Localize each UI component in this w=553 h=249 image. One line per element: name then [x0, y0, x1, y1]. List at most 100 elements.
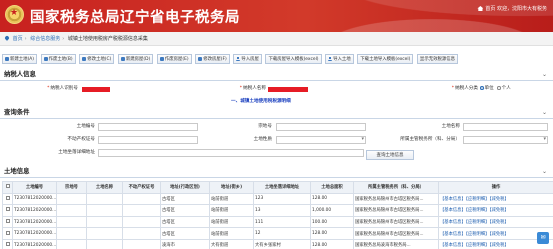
location-pin-icon: [4, 35, 10, 41]
cell-street: 站前街道: [209, 227, 254, 240]
cell-area: 100.00: [310, 215, 354, 229]
radio-unit[interactable]: [480, 86, 484, 90]
column-header: 土地坐落详细地址: [253, 181, 311, 194]
district-select[interactable]: [463, 136, 548, 144]
download-land-template-button[interactable]: 下载土地导入模板(excel): [357, 54, 414, 64]
cell-office: 国家税务总局锦州市古塔区税务局...: [353, 227, 439, 240]
cell-office: 国家税务总局凌海市税务局...: [353, 238, 439, 249]
void-house-button[interactable]: 作废房屋(E): [156, 54, 192, 64]
column-header: 地址(行政区划): [160, 181, 210, 194]
land-no-label: 土地编号: [76, 124, 95, 129]
table-row[interactable]: T2307812020000... 古塔区 站前街道 123 128.00 国家…: [2, 192, 553, 206]
cell-region: 古塔区: [160, 227, 210, 240]
site-header: 国家税务总局辽宁省电子税务局 首页 欢迎，沈阳市大有税务: [0, 0, 553, 32]
land-table: 土地编号 宗地号 土地名称 不动产权证号 地址(行政区划) 地址(街乡) 土地坐…: [2, 181, 553, 249]
cert-no-label: 不动产权证号: [67, 137, 95, 142]
cell-land-no: T2307812020000...: [12, 215, 57, 229]
cell-region: 凌海市: [160, 238, 210, 249]
deed-no-label: 宗地号: [258, 124, 272, 129]
land-nature-label: 土地性质: [253, 137, 272, 142]
land-name-input[interactable]: [463, 123, 548, 131]
edit-house-button[interactable]: 修改房屋(F): [195, 54, 230, 64]
deed-no-input[interactable]: [276, 123, 366, 131]
breadcrumb-home[interactable]: 首页: [13, 36, 23, 42]
column-header: 土地编号: [12, 181, 57, 194]
edit-land-button[interactable]: 修改土地(C): [79, 54, 115, 64]
column-header: 所属主管税务所（科、分局）: [353, 181, 439, 194]
help-chat-icon[interactable]: ✉: [537, 232, 549, 244]
cell-region: 古塔区: [160, 215, 210, 229]
table-row[interactable]: T2307812020000... 古塔区 站前街道 111 100.00 国家…: [2, 215, 553, 229]
cell-ops-links[interactable]: 【基本信息】【应税明细】【减免税】: [438, 227, 553, 240]
import-house-button[interactable]: 导入房屋: [233, 54, 262, 64]
new-house-button[interactable]: 新建房屋(D): [117, 54, 154, 64]
land-no-input[interactable]: [98, 123, 198, 131]
table-row[interactable]: T2307812020000... 凌海市 大有街道 大有乡张家村 128.00…: [2, 238, 553, 249]
void-land-button[interactable]: 作废土地(B): [40, 54, 76, 64]
chevron-down-icon[interactable]: ⌄: [542, 108, 547, 118]
show-invalid-button[interactable]: 显示无效税源信息: [416, 54, 459, 64]
import-land-button[interactable]: 导入土地: [325, 54, 354, 64]
cell-cert-no: [122, 192, 161, 206]
cell-land-no: T2307812020000...: [12, 204, 57, 217]
query-land-button[interactable]: 查询土地信息: [366, 150, 414, 160]
redacted-taxpayer-name: [268, 86, 308, 92]
cell-cert-no: [122, 238, 161, 249]
cell-ops-links[interactable]: 【基本信息】【应税明细】【减免税】: [438, 238, 553, 249]
column-header: 不动产权证号: [122, 181, 161, 194]
land-nature-select[interactable]: [276, 136, 366, 144]
cell-street: 大有街道: [209, 238, 254, 249]
home-icon[interactable]: [477, 6, 484, 11]
cell-deed-no: [56, 215, 87, 229]
radio-individual[interactable]: [497, 86, 501, 90]
delete-icon: [159, 56, 164, 61]
cell-land-name: [86, 192, 123, 206]
redacted-taxpayer-id: [82, 86, 110, 92]
row-checkbox[interactable]: [5, 207, 10, 212]
cell-address: 大有乡张家村: [253, 238, 311, 249]
breadcrumb-service[interactable]: 综合信息服务: [30, 36, 60, 42]
taxpayer-section-title: 纳税人信息 ⌄: [4, 70, 547, 80]
table-row[interactable]: T2307812020000... 古塔区 站前街道 12 128.00 国家税…: [2, 227, 553, 240]
cell-ops-links[interactable]: 【基本信息】【应税明细】【减免税】: [438, 204, 553, 217]
cell-ops-links[interactable]: 【基本信息】【应税明细】【减免税】: [438, 215, 553, 229]
row-checkbox[interactable]: [5, 219, 10, 224]
column-header: 土地名称: [86, 181, 123, 194]
table-row[interactable]: T2307812020000... 古塔区 站前街道 13 1,000.00 国…: [2, 204, 553, 217]
delete-icon: [43, 56, 48, 61]
cell-office: 国家税务总局锦州市古塔区税务局...: [353, 192, 439, 206]
column-header: 宗地号: [56, 181, 87, 194]
column-header: 土地总面积: [310, 181, 354, 194]
user-welcome[interactable]: 首页 欢迎，沈阳市大有税务: [477, 5, 547, 12]
cell-land-name: [86, 238, 123, 249]
cell-office: 国家税务总局锦州市古塔区税务局...: [353, 215, 439, 229]
address-input[interactable]: [98, 149, 364, 157]
user-welcome-text[interactable]: 首页 欢迎，沈阳市大有税务: [485, 6, 547, 12]
plus-icon: [120, 56, 125, 61]
cell-region: 古塔区: [160, 204, 210, 217]
row-checkbox[interactable]: [5, 242, 10, 247]
cert-no-input[interactable]: [98, 136, 198, 144]
cell-area: 128.00: [310, 238, 354, 249]
chevron-down-icon[interactable]: ⌄: [542, 70, 547, 80]
site-title: 国家税务总局辽宁省电子税务局: [30, 10, 240, 26]
cell-street: 站前街道: [209, 192, 254, 206]
cell-street: 站前街道: [209, 215, 254, 229]
row-checkbox[interactable]: [5, 195, 10, 200]
query-section-title: 查询条件 ⌄: [4, 108, 547, 118]
taxpayer-name-label: *纳税人名称: [239, 86, 266, 91]
row-checkbox[interactable]: [5, 230, 10, 235]
cell-region: 古塔区: [160, 192, 210, 206]
checkbox[interactable]: [5, 184, 10, 189]
new-land-button[interactable]: 新建土地(A): [2, 54, 37, 64]
cell-area: 1,000.00: [310, 204, 354, 217]
edit-icon: [82, 56, 87, 61]
chevron-down-icon[interactable]: ⌄: [542, 167, 547, 177]
cell-ops-links[interactable]: 【基本信息】【应税明细】【减免税】: [438, 192, 553, 206]
cell-address: 13: [253, 204, 311, 217]
select-all-header[interactable]: [2, 181, 13, 194]
cell-address: 123: [253, 192, 311, 206]
download-house-template-button[interactable]: 下载房屋导入模板(excel): [265, 54, 322, 64]
cell-address: 111: [253, 215, 311, 229]
edit-icon: [198, 56, 203, 61]
